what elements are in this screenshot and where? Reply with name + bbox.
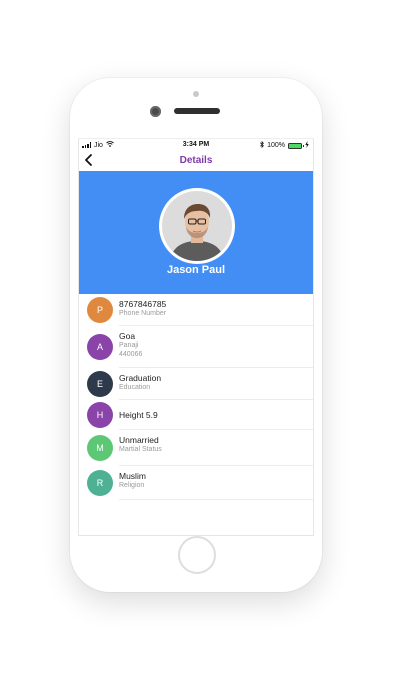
- letter-avatar: R: [87, 470, 113, 496]
- profile-avatar[interactable]: [159, 188, 235, 264]
- front-sensor: [193, 91, 199, 97]
- list-item[interactable]: H Height 5.9: [87, 400, 313, 430]
- list-item-secondary: Education: [119, 384, 151, 391]
- list-item[interactable]: M Unmarried Martial Status: [87, 430, 313, 466]
- phone-frame: Jio 3:34 PM 100% Details Jason Paul P 87…: [70, 78, 322, 592]
- battery-icon: [288, 142, 304, 149]
- letter-avatar: P: [87, 297, 113, 323]
- list-item-secondary: Religion: [119, 482, 145, 489]
- list-item-primary: Graduation: [119, 373, 162, 383]
- list-item[interactable]: P 8767846785 Phone Number: [87, 294, 313, 326]
- earpiece-speaker: [174, 108, 220, 114]
- list-item[interactable]: A Goa Panaji 440066: [87, 326, 313, 368]
- navigation-bar: Details: [79, 151, 313, 171]
- battery-level: [289, 143, 301, 148]
- battery-percent: 100%: [267, 142, 285, 149]
- list-item-secondary: Panaji: [119, 342, 139, 349]
- front-camera: [150, 106, 161, 117]
- profile-header: Jason Paul: [79, 171, 313, 294]
- letter-avatar: E: [87, 371, 113, 397]
- profile-name: Jason Paul: [166, 264, 226, 276]
- list-item-tertiary: 440066: [119, 351, 143, 358]
- list-item-secondary: Phone Number: [119, 310, 167, 317]
- charging-icon: [305, 141, 309, 150]
- home-button[interactable]: [178, 536, 216, 574]
- status-bar: Jio 3:34 PM 100%: [79, 139, 313, 151]
- status-right: 100%: [260, 140, 309, 150]
- list-item-primary: Unmarried: [119, 435, 159, 445]
- list-item-primary: 8767846785: [119, 299, 167, 309]
- list-item-secondary: Martial Status: [119, 446, 162, 453]
- app-screen: Jio 3:34 PM 100% Details Jason Paul P 87…: [78, 138, 314, 536]
- bluetooth-icon: [260, 140, 264, 150]
- list-item-primary: Goa: [119, 331, 136, 341]
- page-title: Details: [179, 155, 213, 166]
- detail-list: P 8767846785 Phone Number A Goa Panaji 440066 E…: [79, 294, 313, 500]
- list-item[interactable]: R Muslim Religion: [87, 466, 313, 500]
- list-item-primary: Height 5.9: [119, 410, 158, 420]
- letter-avatar: M: [87, 435, 113, 461]
- letter-avatar: H: [87, 402, 113, 428]
- list-item[interactable]: E Graduation Education: [87, 368, 313, 400]
- profile-photo: [162, 191, 232, 261]
- letter-avatar: A: [87, 334, 113, 360]
- list-item-primary: Muslim: [119, 471, 146, 481]
